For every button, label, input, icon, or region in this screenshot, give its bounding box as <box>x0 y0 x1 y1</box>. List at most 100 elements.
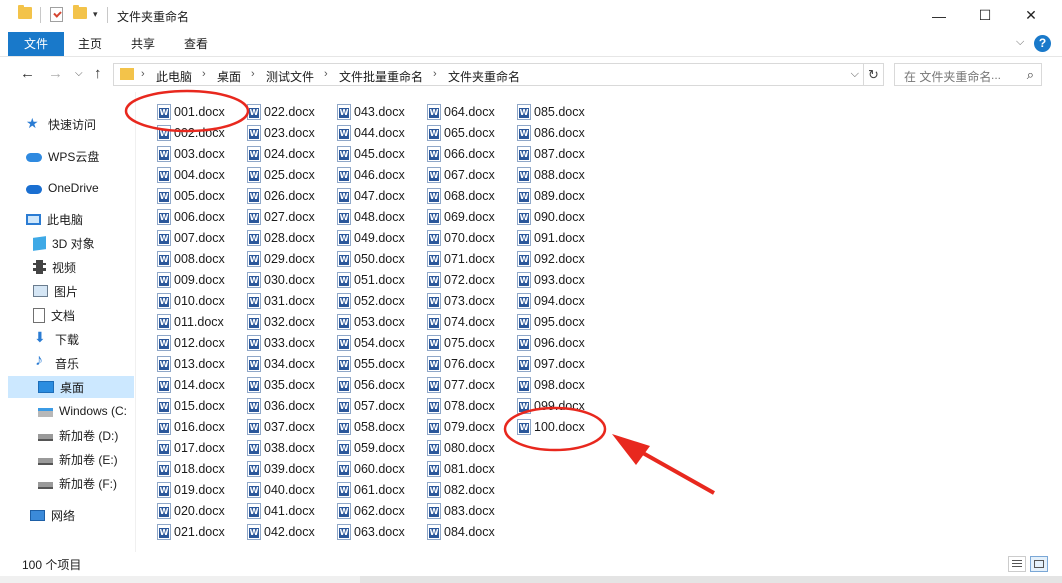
file-item[interactable]: 041.docx <box>247 501 333 521</box>
sidebar-item-onedrive[interactable]: OneDrive <box>26 177 152 199</box>
file-item[interactable]: 063.docx <box>337 522 423 542</box>
file-item[interactable]: 044.docx <box>337 123 423 143</box>
file-item[interactable]: 024.docx <box>247 144 333 164</box>
file-item[interactable]: 019.docx <box>157 480 243 500</box>
file-item[interactable]: 068.docx <box>427 186 513 206</box>
file-item[interactable]: 091.docx <box>517 228 603 248</box>
file-item[interactable]: 003.docx <box>157 144 243 164</box>
file-item[interactable]: 029.docx <box>247 249 333 269</box>
file-item[interactable]: 042.docx <box>247 522 333 542</box>
file-item[interactable]: 033.docx <box>247 333 333 353</box>
file-item[interactable]: 045.docx <box>337 144 423 164</box>
file-item[interactable]: 036.docx <box>247 396 333 416</box>
file-item[interactable]: 017.docx <box>157 438 243 458</box>
file-item[interactable]: 005.docx <box>157 186 243 206</box>
sidebar-item-drive-f[interactable]: 新加卷 (F:) <box>38 472 134 494</box>
tab-view[interactable]: 查看 <box>178 34 214 54</box>
file-item[interactable]: 055.docx <box>337 354 423 374</box>
file-item[interactable]: 038.docx <box>247 438 333 458</box>
file-item[interactable]: 066.docx <box>427 144 513 164</box>
file-item[interactable]: 080.docx <box>427 438 513 458</box>
file-item[interactable]: 064.docx <box>427 102 513 122</box>
file-item[interactable]: 077.docx <box>427 375 513 395</box>
file-item[interactable]: 081.docx <box>427 459 513 479</box>
file-item[interactable]: 090.docx <box>517 207 603 227</box>
tab-home[interactable]: 主页 <box>72 34 108 54</box>
file-item[interactable]: 004.docx <box>157 165 243 185</box>
file-item[interactable]: 084.docx <box>427 522 513 542</box>
help-icon[interactable]: ? <box>1034 35 1051 52</box>
recent-locations-chevron-icon[interactable]: ⌵ <box>75 68 83 79</box>
close-button[interactable]: ✕ <box>1008 0 1054 31</box>
file-item[interactable]: 026.docx <box>247 186 333 206</box>
file-item[interactable]: 088.docx <box>517 165 603 185</box>
file-item[interactable]: 079.docx <box>427 417 513 437</box>
minimize-button[interactable]: — <box>916 0 962 31</box>
file-item[interactable]: 032.docx <box>247 312 333 332</box>
sidebar-item-windows-c[interactable]: Windows (C: <box>38 400 134 422</box>
file-item[interactable]: 039.docx <box>247 459 333 479</box>
breadcrumb-separator[interactable]: › <box>202 68 206 80</box>
up-arrow-icon[interactable]: ↑ <box>94 65 102 82</box>
folder-icon[interactable] <box>18 5 32 19</box>
file-item[interactable]: 096.docx <box>517 333 603 353</box>
file-item[interactable]: 025.docx <box>247 165 333 185</box>
breadcrumb-folder-rename[interactable]: 文件夹重命名 <box>448 68 520 85</box>
file-item[interactable]: 015.docx <box>157 396 243 416</box>
file-item[interactable]: 057.docx <box>337 396 423 416</box>
file-item[interactable]: 048.docx <box>337 207 423 227</box>
file-item[interactable]: 073.docx <box>427 291 513 311</box>
file-item[interactable]: 100.docx <box>517 417 603 437</box>
sidebar-item-drive-e[interactable]: 新加卷 (E:) <box>38 448 134 470</box>
file-item[interactable]: 014.docx <box>157 375 243 395</box>
file-item[interactable]: 016.docx <box>157 417 243 437</box>
sidebar-item-this-pc[interactable]: 此电脑 <box>26 208 152 230</box>
file-item[interactable]: 062.docx <box>337 501 423 521</box>
file-item[interactable]: 070.docx <box>427 228 513 248</box>
breadcrumb-separator[interactable]: › <box>251 68 255 80</box>
file-item[interactable]: 072.docx <box>427 270 513 290</box>
file-item[interactable]: 013.docx <box>157 354 243 374</box>
file-item[interactable]: 067.docx <box>427 165 513 185</box>
file-item[interactable]: 007.docx <box>157 228 243 248</box>
file-item[interactable]: 053.docx <box>337 312 423 332</box>
file-item[interactable]: 027.docx <box>247 207 333 227</box>
file-item[interactable]: 083.docx <box>427 501 513 521</box>
address-dropdown-chevron-icon[interactable]: ⌵ <box>851 68 859 81</box>
file-item[interactable]: 030.docx <box>247 270 333 290</box>
breadcrumb-separator[interactable]: › <box>324 68 328 80</box>
file-item[interactable]: 010.docx <box>157 291 243 311</box>
file-item[interactable]: 028.docx <box>247 228 333 248</box>
file-item[interactable]: 069.docx <box>427 207 513 227</box>
file-item[interactable]: 011.docx <box>157 312 243 332</box>
file-item[interactable]: 035.docx <box>247 375 333 395</box>
file-item[interactable]: 058.docx <box>337 417 423 437</box>
file-item[interactable]: 049.docx <box>337 228 423 248</box>
file-item[interactable]: 023.docx <box>247 123 333 143</box>
file-item[interactable]: 006.docx <box>157 207 243 227</box>
file-item[interactable]: 093.docx <box>517 270 603 290</box>
file-item[interactable]: 065.docx <box>427 123 513 143</box>
refresh-icon[interactable]: ↻ <box>864 63 884 86</box>
tab-file[interactable]: 文件 <box>8 32 64 56</box>
file-item[interactable]: 097.docx <box>517 354 603 374</box>
file-item[interactable]: 061.docx <box>337 480 423 500</box>
file-item[interactable]: 054.docx <box>337 333 423 353</box>
file-item[interactable]: 087.docx <box>517 144 603 164</box>
file-item[interactable]: 022.docx <box>247 102 333 122</box>
large-icons-view-icon[interactable] <box>1030 556 1048 572</box>
file-item[interactable]: 099.docx <box>517 396 603 416</box>
file-item[interactable]: 082.docx <box>427 480 513 500</box>
breadcrumb-separator[interactable]: › <box>433 68 437 80</box>
maximize-button[interactable]: ☐ <box>962 0 1008 31</box>
file-item[interactable]: 031.docx <box>247 291 333 311</box>
file-item[interactable]: 089.docx <box>517 186 603 206</box>
file-item[interactable]: 050.docx <box>337 249 423 269</box>
file-item[interactable]: 060.docx <box>337 459 423 479</box>
properties-icon[interactable] <box>50 7 63 22</box>
tab-share[interactable]: 共享 <box>125 34 161 54</box>
file-item[interactable]: 008.docx <box>157 249 243 269</box>
file-item[interactable]: 009.docx <box>157 270 243 290</box>
file-item[interactable]: 047.docx <box>337 186 423 206</box>
file-item[interactable]: 002.docx <box>157 123 243 143</box>
